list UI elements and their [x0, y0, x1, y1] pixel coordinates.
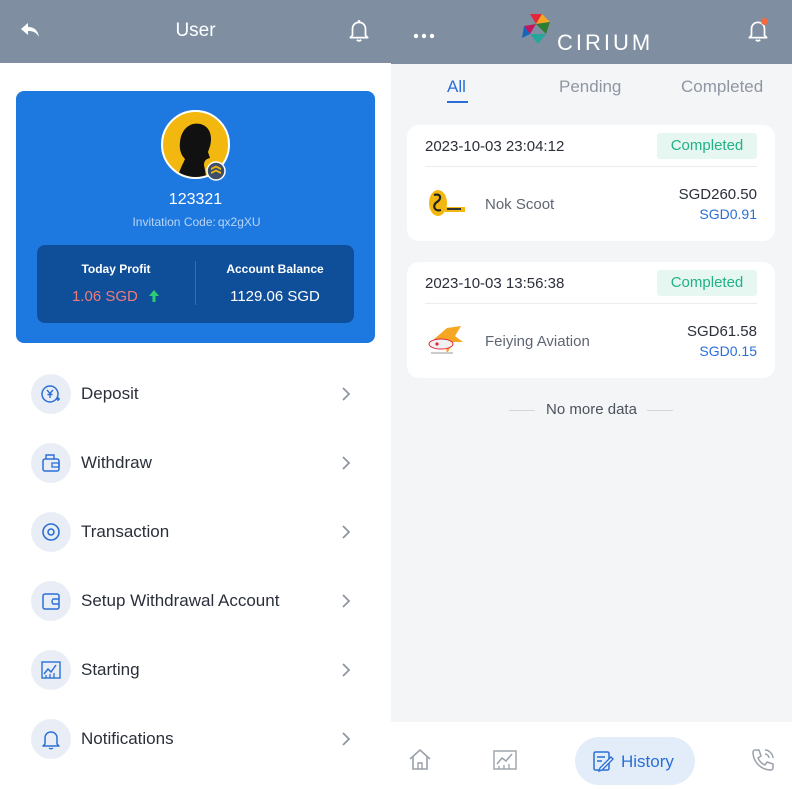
invitation-code: Invitation Code: qx2gXU	[16, 215, 375, 229]
today-profit-amount: 1.06 SGD	[71, 288, 138, 305]
target-icon	[31, 512, 71, 552]
order-time: 2023-10-03 13:56:38	[425, 275, 565, 292]
order-profit: SGD0.91	[699, 206, 757, 222]
more-dots-icon[interactable]	[412, 25, 436, 45]
home-icon[interactable]	[406, 746, 434, 774]
invitation-value[interactable]: qx2gXU	[218, 215, 261, 229]
invitation-label: Invitation Code:	[132, 215, 216, 229]
vip-badge-icon	[206, 161, 226, 181]
page-title: User	[175, 20, 216, 41]
profile-card: 123321 Invitation Code: qx2gXU Today Prof…	[16, 91, 375, 343]
feiying-aviation-logo-icon	[428, 326, 463, 354]
chart-icon	[31, 650, 71, 690]
cirium-logo-icon	[522, 14, 550, 44]
account-balance-label: Account Balance	[226, 262, 324, 276]
history-header: CIRIUM	[391, 0, 792, 64]
order-profit: SGD0.15	[699, 343, 757, 359]
order-name: Nok Scoot	[485, 196, 555, 213]
up-arrow-icon	[149, 290, 160, 302]
history-screen: CIRIUM All Pending Completed 2023-10-03 …	[391, 0, 792, 789]
menu-label: Starting	[81, 660, 140, 679]
menu-item-withdraw[interactable]: Withdraw	[0, 427, 391, 496]
status-badge: Completed	[657, 270, 757, 296]
today-profit-value: 1.06 SGD	[37, 288, 195, 305]
menu-label: Notifications	[81, 729, 174, 748]
menu-item-setup-withdrawal-account[interactable]: Setup Withdrawal Account	[0, 565, 391, 634]
logo-text: CIRIUM	[557, 30, 654, 55]
notification-dot	[761, 18, 768, 25]
menu-label: Withdraw	[81, 453, 152, 472]
tab-all[interactable]: All	[447, 77, 466, 97]
user-header: User	[0, 0, 391, 63]
today-profit-label: Today Profit	[81, 262, 151, 276]
account-balance-value: 1129.06 SGD	[230, 288, 320, 305]
divider-line	[647, 410, 673, 411]
order-amount: SGD61.58	[686, 323, 757, 340]
tab-active-indicator	[447, 101, 468, 103]
chevron-right-icon	[342, 594, 351, 608]
chevron-right-icon	[342, 663, 351, 677]
bell-icon	[31, 719, 71, 759]
menu-label: Deposit	[81, 384, 139, 403]
order-card[interactable]: 2023-10-03 13:56:38 Completed Feiying Av…	[407, 262, 775, 378]
card-wallet-icon	[31, 581, 71, 621]
order-amount: SGD260.50	[678, 186, 757, 203]
chart-icon[interactable]	[491, 746, 519, 774]
menu-item-starting[interactable]: Starting	[0, 634, 391, 703]
chevron-right-icon	[342, 732, 351, 746]
bottom-nav: History	[391, 722, 792, 789]
deposit-icon	[31, 374, 71, 414]
order-divider	[425, 166, 757, 167]
history-tabs: All Pending Completed	[391, 64, 792, 114]
stats-panel: Today Profit 1.06 SGD Account Balance 11…	[37, 245, 354, 323]
user-screen: User 123321 Invitation Code: qx2gXU Today…	[0, 0, 391, 789]
order-name: Feiying Aviation	[485, 333, 590, 350]
history-icon	[593, 751, 614, 773]
nok-scoot-logo-icon	[429, 190, 465, 216]
username: 123321	[168, 191, 223, 208]
menu-item-notifications[interactable]: Notifications	[0, 703, 391, 772]
menu-item-deposit[interactable]: Deposit	[0, 358, 391, 427]
phone-icon[interactable]	[749, 746, 777, 774]
tab-pending[interactable]: Pending	[559, 77, 621, 97]
wallet-icon	[31, 443, 71, 483]
menu-label: Transaction	[81, 522, 170, 541]
order-card[interactable]: 2023-10-03 23:04:12 Completed Nok Scoot …	[407, 125, 775, 241]
menu-item-transaction[interactable]: Transaction	[0, 496, 391, 565]
no-more-data: No more data	[546, 401, 637, 418]
chevron-right-icon	[342, 387, 351, 401]
chevron-right-icon	[342, 525, 351, 539]
nav-history-button[interactable]: History	[575, 737, 695, 785]
nav-history-label: History	[621, 752, 674, 771]
order-time: 2023-10-03 23:04:12	[425, 138, 565, 155]
order-divider	[425, 303, 757, 304]
menu-label: Setup Withdrawal Account	[81, 591, 280, 610]
tab-completed[interactable]: Completed	[681, 77, 763, 97]
status-badge: Completed	[657, 133, 757, 159]
chevron-right-icon	[342, 456, 351, 470]
bell-icon[interactable]	[346, 17, 372, 43]
